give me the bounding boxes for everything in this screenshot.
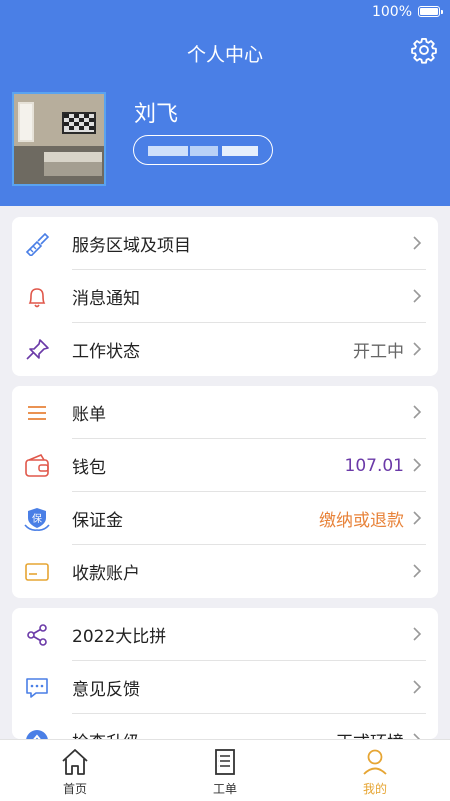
bottom-tab-bar: 首页 工单 我的	[0, 739, 450, 801]
row-deposit[interactable]: 保 保证金 缴纳或退款	[12, 492, 438, 545]
masked-account-text	[148, 146, 188, 156]
bell-icon	[28, 288, 46, 308]
row-competition[interactable]: 2022大比拼	[12, 608, 438, 661]
wallet-icon	[25, 454, 49, 477]
chevron-right-icon	[413, 564, 422, 578]
tab-label: 工单	[212, 782, 237, 796]
row-bill[interactable]: 账单	[12, 386, 438, 439]
broom-icon	[25, 232, 50, 256]
tab-profile[interactable]: 我的	[300, 740, 450, 801]
row-feedback[interactable]: 意见反馈	[12, 661, 438, 714]
deposit-action: 缴纳或退款	[319, 511, 404, 531]
feedback-icon	[26, 678, 48, 698]
chevron-right-icon	[413, 236, 422, 250]
row-work-status[interactable]: 工作状态 开工中	[12, 323, 438, 376]
chevron-right-icon	[413, 511, 422, 525]
row-label: 收款账户	[72, 564, 140, 584]
row-payment-account[interactable]: 收款账户	[12, 545, 438, 598]
row-label: 钱包	[72, 458, 106, 478]
masked-account-text	[222, 146, 258, 156]
settings-card-1: 服务区域及项目 消息通知 工作状态 开工中	[12, 217, 438, 376]
tab-work-order[interactable]: 工单	[150, 740, 300, 801]
settings-card-3: 2022大比拼 意见反馈 检查升级 正式环境	[12, 608, 438, 739]
status-bar: 100%	[0, 0, 450, 26]
row-label: 2022大比拼	[72, 627, 167, 647]
row-service-area[interactable]: 服务区域及项目	[12, 217, 438, 270]
wallet-balance: 107.01	[344, 455, 404, 476]
row-label: 检查升级	[72, 728, 140, 739]
card-icon	[25, 563, 49, 581]
profile-header: 个人中心 刘飞	[0, 26, 450, 206]
tab-home[interactable]: 首页	[0, 740, 150, 801]
page-title: 个人中心	[186, 44, 263, 66]
upgrade-icon	[26, 730, 48, 739]
chevron-right-icon	[413, 405, 422, 419]
environment-value: 正式环境	[336, 728, 404, 739]
avatar[interactable]	[12, 92, 106, 186]
row-label: 意见反馈	[72, 680, 140, 700]
order-icon	[215, 749, 235, 775]
deposit-icon: 保	[24, 508, 50, 531]
row-label: 服务区域及项目	[72, 236, 191, 256]
battery-percent: 100%	[371, 4, 412, 20]
deposit-icon-glyph: 保	[32, 512, 42, 525]
masked-account-text	[190, 146, 218, 156]
row-label: 工作状态	[72, 342, 140, 362]
pin-icon	[26, 339, 49, 360]
row-notifications[interactable]: 消息通知	[12, 270, 438, 323]
work-status-value: 开工中	[353, 342, 404, 362]
chevron-right-icon	[413, 627, 422, 641]
chevron-right-icon	[413, 289, 422, 303]
chevron-right-icon	[413, 680, 422, 694]
profile-icon	[363, 749, 387, 775]
tab-label: 首页	[62, 782, 87, 796]
settings-gear-icon[interactable]	[410, 36, 438, 64]
chevron-right-icon	[413, 458, 422, 472]
settings-card-2: 账单 钱包 107.01 保 保证金 缴纳或退款 收款账户	[12, 386, 438, 598]
account-number-pill[interactable]	[133, 135, 273, 165]
home-icon	[62, 749, 88, 775]
row-label: 保证金	[72, 511, 123, 531]
row-label: 消息通知	[72, 289, 140, 309]
tab-label: 我的	[362, 782, 387, 796]
avatar-room-image	[14, 94, 104, 184]
share-icon	[27, 624, 47, 646]
row-wallet[interactable]: 钱包 107.01	[12, 439, 438, 492]
chevron-right-icon	[413, 342, 422, 356]
battery-icon	[418, 6, 443, 17]
row-check-update[interactable]: 检查升级 正式环境	[12, 714, 438, 739]
user-name: 刘飞	[134, 102, 179, 127]
menu-icon	[28, 406, 46, 420]
row-label: 账单	[72, 405, 106, 425]
